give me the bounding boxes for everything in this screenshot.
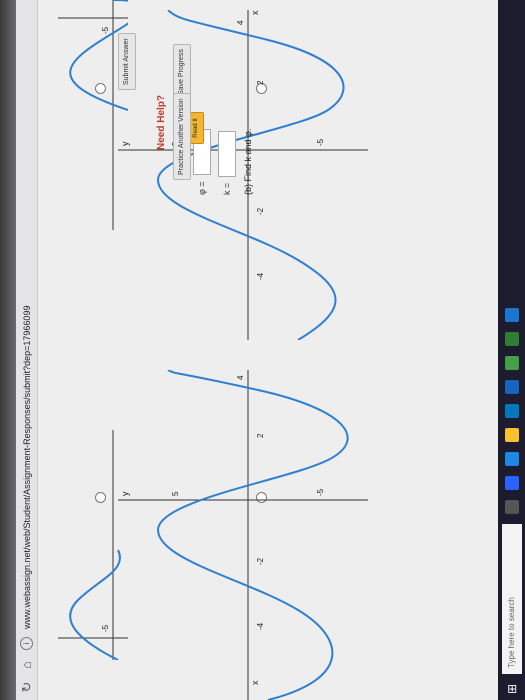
- tick-label-neg5: -5: [316, 488, 325, 496]
- k-row: k =: [218, 130, 236, 195]
- tick-label-pos2: 2: [256, 80, 265, 85]
- task-view-icon[interactable]: [504, 475, 519, 490]
- windows-taskbar: ⊞ Type here to search: [498, 0, 525, 700]
- assignment-content: -5 -5 y x 5 -5 -4 -2 2 4: [38, 0, 498, 700]
- tick-label-neg5: -5: [101, 624, 110, 632]
- browser-toolbar: ↻ ⌂ i www.webassign.net/web/Student/Assi…: [16, 0, 38, 700]
- site-info-icon[interactable]: i: [20, 637, 33, 650]
- word-icon[interactable]: [504, 307, 519, 322]
- excel-icon[interactable]: [504, 331, 519, 346]
- address-bar[interactable]: www.webassign.net/web/Student/Assignment…: [22, 306, 32, 629]
- graph-option-4: y x 5 -5 -4 -2 2 4: [118, 370, 368, 700]
- taskbar-search-input[interactable]: Type here to search: [501, 523, 522, 674]
- tick-label-neg2: -2: [256, 207, 265, 215]
- home-icon[interactable]: ⌂: [19, 658, 34, 672]
- edge-icon[interactable]: [504, 451, 519, 466]
- tick-label-pos4: 4: [236, 375, 245, 380]
- k-label: k =: [222, 182, 232, 195]
- store-icon[interactable]: [504, 403, 519, 418]
- sine-curve: [156, 370, 349, 700]
- y-axis-label: y: [120, 141, 130, 146]
- x-axis-label: x: [250, 10, 260, 15]
- part-b-prompt: (b) Find k and φ.: [243, 128, 253, 195]
- monitor-bezel: [0, 0, 16, 700]
- tick-label-neg2: -2: [256, 557, 265, 565]
- refresh-icon[interactable]: ↻: [19, 680, 35, 694]
- save-progress-button[interactable]: Save Progress: [173, 44, 191, 100]
- practice-another-version-button[interactable]: Practice Another Version: [173, 93, 191, 180]
- tick-label-pos4: 4: [236, 20, 245, 25]
- tick-label-pos5: 5: [171, 491, 180, 496]
- tick-label-neg5: -5: [101, 26, 110, 34]
- y-axis-label: y: [120, 491, 130, 496]
- screen: ↻ ⌂ i www.webassign.net/web/Student/Assi…: [16, 0, 525, 700]
- tick-label-neg5: -5: [316, 138, 325, 146]
- microphone-icon[interactable]: [504, 499, 519, 514]
- chrome-icon[interactable]: [504, 355, 519, 370]
- k-input[interactable]: [218, 130, 236, 177]
- mail-icon[interactable]: [504, 379, 519, 394]
- tick-label-neg4: -4: [256, 272, 265, 280]
- start-icon[interactable]: ⊞: [505, 684, 519, 694]
- submit-answer-button[interactable]: Submit Answer: [118, 33, 136, 90]
- phi-label: φ =: [197, 181, 207, 195]
- tick-label-pos2: 2: [256, 433, 265, 438]
- file-explorer-icon[interactable]: [504, 427, 519, 442]
- x-axis-label: x: [250, 680, 260, 685]
- tick-label-neg4: -4: [256, 622, 265, 630]
- need-help-label: Need Help?: [156, 94, 167, 150]
